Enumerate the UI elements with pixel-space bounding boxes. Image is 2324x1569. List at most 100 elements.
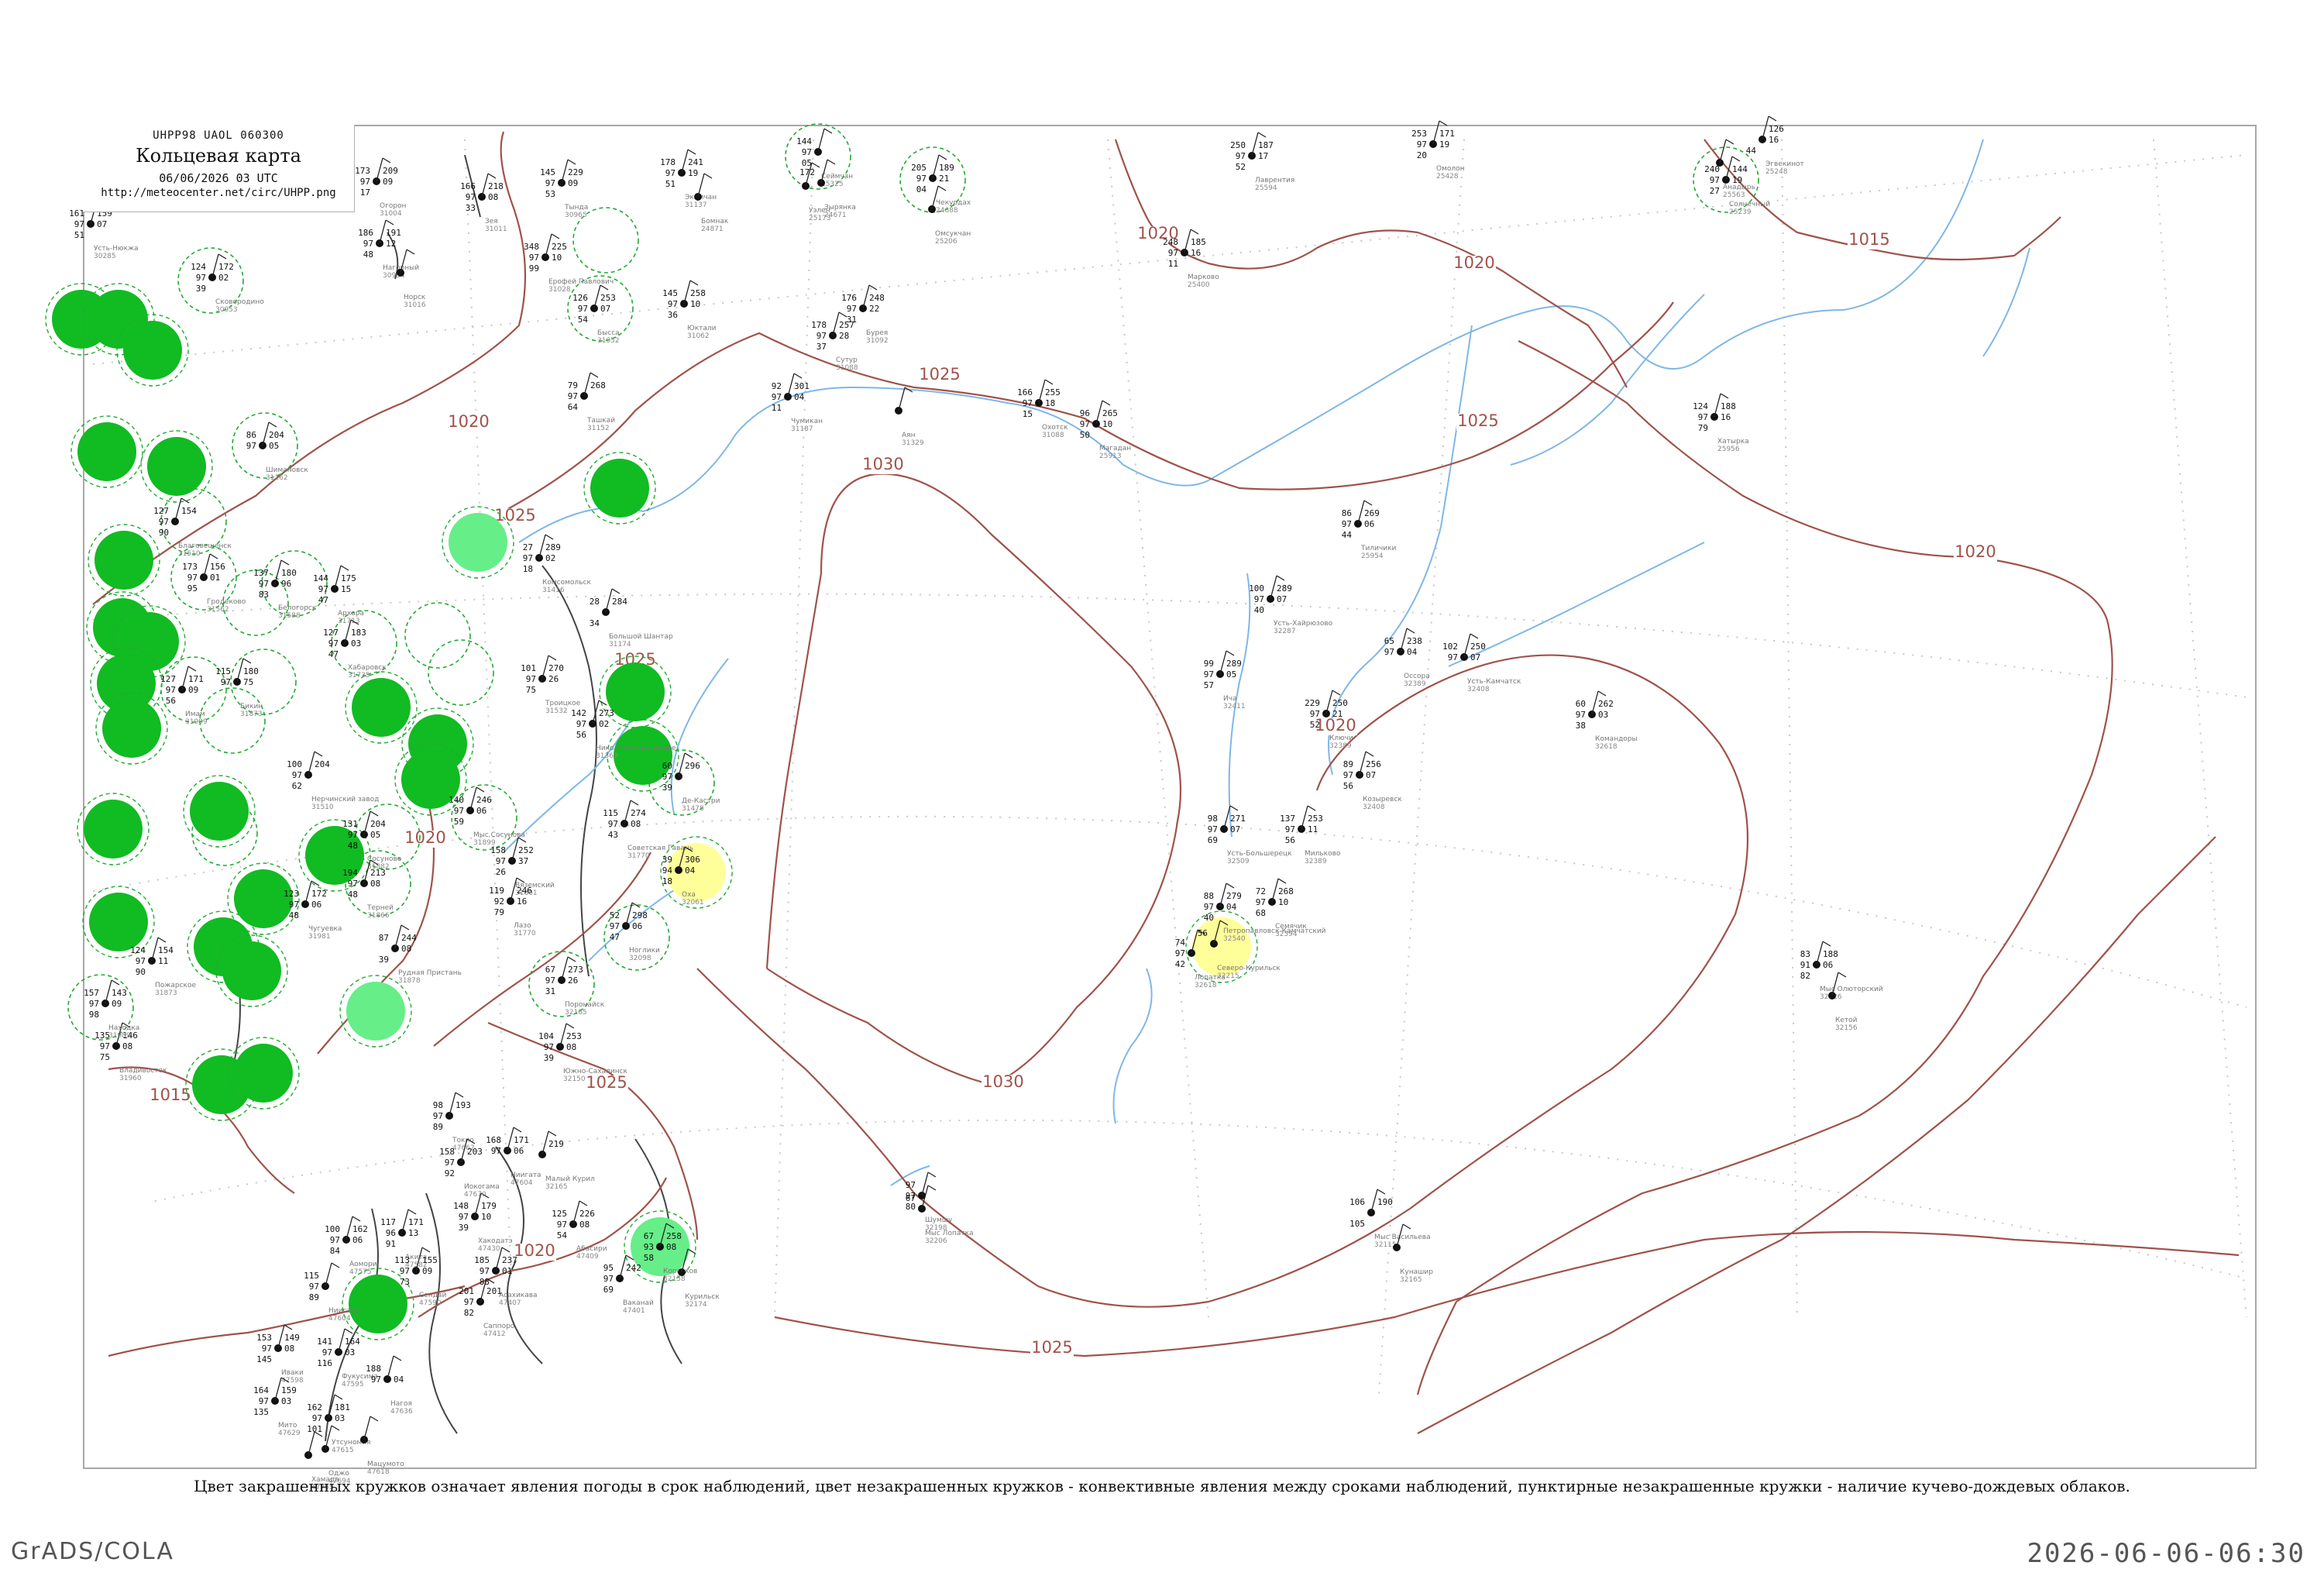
station-plot[interactable]: 173 209 97 09 17 Огорон31004 <box>355 157 407 218</box>
station-name: Нагоя <box>390 1400 412 1408</box>
station-visibility: 47 <box>610 932 620 942</box>
station-temp: 100 <box>287 759 302 769</box>
station-plot[interactable]: 115 180 97 75 Бикин31873 <box>215 658 263 718</box>
station-plot[interactable]: 100 162 97 06 84 Аомори47575 <box>325 1216 377 1276</box>
station-tendency: 05 <box>1226 669 1236 680</box>
station-plot[interactable]: 27 289 97 02 18 Комсомольск31416 <box>523 534 592 594</box>
station-plot[interactable]: 123 172 97 06 48 Чугуевка31981 <box>284 880 342 941</box>
station-plot[interactable]: 148 179 97 10 39 Хакодатэ47430 <box>453 1192 513 1253</box>
station-plot[interactable]: 86 269 97 06 44 Тиличики25954 <box>1342 500 1397 560</box>
station-plot[interactable]: 60 262 97 03 38 Командоры32618 <box>1576 690 1638 751</box>
station-name: Белогорск <box>278 604 317 612</box>
station-plot[interactable]: 166 255 97 18 15 Охотск31088 <box>1017 379 1068 439</box>
station-plot[interactable]: Омсукчан25206 <box>928 185 971 246</box>
station-plot[interactable]: 205 189 97 21 04 Чекурдах24688 <box>911 154 971 215</box>
station-id: 31478 <box>682 805 704 813</box>
station-plot[interactable]: 127 154 9790 Благовещенск31510 <box>153 497 232 558</box>
station-plot[interactable]: 253 171 97 19 20 Омолон25428 <box>1411 120 1465 181</box>
station-plot[interactable]: 125 226 97 08 54 Абасири47409 <box>552 1200 607 1261</box>
station-plot[interactable]: 145 258 97 10 36 Юктали31062 <box>662 280 717 340</box>
station-pressure: 162 <box>352 1224 368 1234</box>
station-id: 47407 <box>499 1299 521 1307</box>
station-plot[interactable]: 166 218 97 08 33 Зея31011 <box>460 173 507 233</box>
station-plot[interactable]: 219 Малый Курил32165 <box>538 1130 595 1191</box>
station-plot[interactable]: 60 296 9739 Де-Кастри31478 <box>662 752 720 813</box>
station-plot[interactable]: 178 257 97 28 37 Сутур31088 <box>811 311 858 372</box>
station-plot[interactable]: 145 229 97 09 53 Тында30965 <box>540 159 588 219</box>
station-plot[interactable]: 119 246 92 16 79 Лазо31770 <box>489 877 536 938</box>
station-plot[interactable]: 92 301 97 04 11 Чумикан31187 <box>772 373 823 433</box>
station-plot[interactable]: 18897 04 Нагоя47636 <box>366 1355 413 1416</box>
station-plot[interactable]: 201 2019782Саппоро47412 <box>459 1278 515 1338</box>
station-plot[interactable]: 67 273 97 26 31 Поронайск32165 <box>545 956 605 1017</box>
station-plot[interactable]: 12616 44 Эгвекинот25248 <box>1746 115 1804 176</box>
station-visibility: 26 <box>496 867 506 877</box>
station-tendency: 19 <box>1732 175 1742 185</box>
station-plot[interactable]: 100 204 9762 Нерчинский завод31510 <box>287 751 379 811</box>
station-dewpoint: 97 <box>322 1347 332 1357</box>
station-plot[interactable]: 86 204 97 05 Шимановск31162 <box>246 421 309 482</box>
station-plot[interactable]: 144 175 97 15 47 Архара31713 <box>313 565 364 625</box>
station-plot[interactable]: 115 27497 0843Советская Гавань31770 <box>603 800 693 860</box>
station-id: 31062 <box>687 332 710 340</box>
wind-barb-feather <box>1226 883 1235 889</box>
station-tendency: 09 <box>383 177 393 187</box>
station-temp: 86 <box>1342 508 1352 518</box>
station-plot[interactable]: 100 289 97 07 40 Усть-Хайрюзово32287 <box>1249 575 1333 635</box>
station-name: Омолон <box>1436 165 1465 173</box>
wind-barb <box>624 800 631 824</box>
station-plot[interactable]: Аян31329 <box>895 387 924 447</box>
station-plot[interactable]: 28 284 34 Большой Шантар31174 <box>590 588 673 649</box>
station-plot[interactable]: 186 19197 1248Нагорный30954 <box>358 219 419 280</box>
station-plot[interactable]: 101 270 97 26 75 Троицкое31532 <box>521 655 581 715</box>
station-plot[interactable]: 126 253 97 07 54 Бысса31052 <box>572 284 620 345</box>
station-temp: 79 <box>568 380 578 391</box>
station-plot[interactable]: 157 143 97 09 98 Находка31989 <box>84 979 139 1040</box>
station-pressure: 252 <box>518 845 534 855</box>
station-temp: 67 <box>906 1193 916 1203</box>
station-pressure: 257 <box>839 320 854 330</box>
station-plot[interactable]: 89 256 97 07 56 Козыревск32408 <box>1343 751 1403 811</box>
station-plot[interactable]: 153 149 97 08 145 Иваки47598 <box>256 1324 304 1385</box>
station-plot[interactable]: 127 183 97 03 47 Хабаровск31735 <box>323 619 387 680</box>
station-plot[interactable]: 52 298 97 06 47 Ноглики32098 <box>610 902 660 962</box>
station-plot[interactable]: 164 159 97 03 135 Мито47629 <box>253 1377 301 1437</box>
station-plot[interactable]: Кетой32156 <box>1828 972 1858 1032</box>
station-plot[interactable]: 141 16497 03116Фукусима47595 <box>317 1328 378 1388</box>
station-plot[interactable]: 168 171 97 06 Ниигата47604 <box>486 1127 541 1187</box>
station-dewpoint: 97 <box>1023 398 1033 408</box>
station-visibility: 56 <box>166 696 176 706</box>
station-pressure: 201 <box>486 1286 502 1296</box>
station-tendency: 07 <box>97 219 107 229</box>
station-plot[interactable]: 173 156 97 01 95 Гродеково31562 <box>182 553 246 614</box>
station-name: Архара <box>338 610 364 618</box>
station-plot[interactable]: 104 253 97 08 39 Южно-Сахалинск32150 <box>538 1023 628 1083</box>
station-name: Малый Курил <box>545 1175 595 1183</box>
station-dewpoint: 97 <box>576 719 586 729</box>
station-plot[interactable]: 162 18197 03101Утсуномия47615 <box>307 1394 370 1454</box>
station-name: Аян <box>902 432 916 439</box>
station-temp: 168 <box>486 1135 501 1145</box>
station-plot[interactable]: 124 172 97 02 39 Сковородино30953 <box>191 253 264 314</box>
station-dewpoint: 97 <box>400 1266 410 1276</box>
wind-barb-feather <box>566 1023 575 1029</box>
station-plot[interactable]: 250 187 97 17 52 Лаврентия25594 <box>1230 132 1294 192</box>
station-plot[interactable]: 87 24408 39 Рудная Пристань31878 <box>379 924 462 985</box>
station-plot[interactable]: 140 246 97 06 59 Мыс Сосунова31899 <box>449 786 525 847</box>
station-plot[interactable]: 124 188 97 16 79 Хатырка25956 <box>1693 393 1749 453</box>
station-plot[interactable]: 65 238 97 04 Оссора32389 <box>1384 628 1430 688</box>
station-plot[interactable]: 124 154 97 11 90 Пожарское31873 <box>130 937 197 997</box>
map-title: Кольцевая карта <box>136 145 301 167</box>
station-plot[interactable]: 79 268 9764 Ташкай31152 <box>568 372 615 432</box>
station-plot[interactable]: 98 1939789Токио47662 <box>433 1092 475 1152</box>
station-plot[interactable]: 178241971951Экимчан31137 <box>660 149 717 209</box>
station-id: 32540 <box>1223 935 1246 943</box>
station-plot[interactable]: 106 190105Мыс Васильева32115 <box>1349 1189 1431 1249</box>
station-id: 32061 <box>682 899 704 907</box>
station-pressure: 279 <box>1226 891 1242 901</box>
station-plot[interactable]: 348 225 97 10 99 Ерофей Павлович31028 <box>524 233 614 294</box>
map-url[interactable]: http://meteocenter.net/circ/UHPP.png <box>83 187 354 199</box>
station-plot[interactable]: 248 185 97 16 11 Марково25400 <box>1163 229 1219 289</box>
station-plot[interactable]: 83188910682Мыс Олюторский32126 <box>1800 941 1883 1001</box>
station-plot[interactable]: 127 171 97 09 56 Имам31909 <box>160 666 208 726</box>
